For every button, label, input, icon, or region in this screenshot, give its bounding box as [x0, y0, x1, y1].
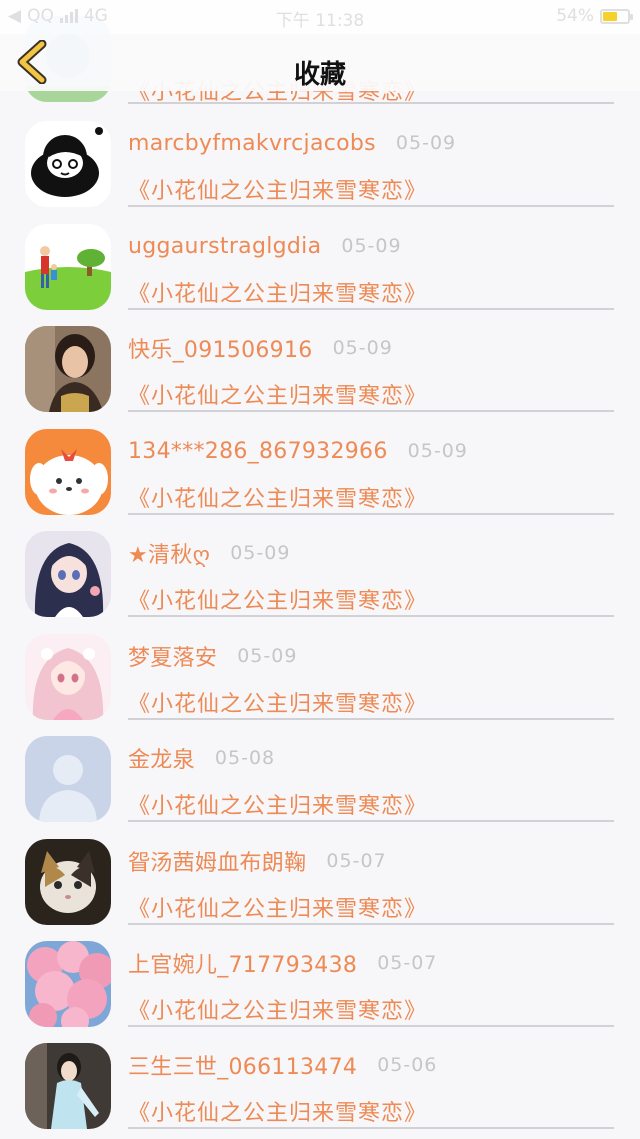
user-name[interactable]: 金龙泉 [128, 742, 195, 774]
park-avatar [25, 224, 111, 310]
list-item[interactable]: uggaurstraglgdia 05-09 《小花仙之公主归来雪寒恋》 [0, 224, 640, 327]
item-title[interactable]: 《小花仙之公主归来雪寒恋》 [128, 891, 427, 923]
list-item[interactable]: 梦夏落安 05-09 《小花仙之公主归来雪寒恋》 [0, 634, 640, 737]
puppy-avatar [25, 429, 111, 515]
list-item[interactable]: 眢汤茜姆血布朗鞠 05-07 《小花仙之公主归来雪寒恋》 [0, 839, 640, 942]
user-name[interactable]: 上官婉儿_717793438 [128, 947, 357, 979]
nav-bar: 收藏 [0, 34, 640, 91]
woman-photo-avatar [25, 326, 111, 412]
user-name[interactable]: uggaurstraglgdia [128, 234, 321, 259]
item-date: 05-07 [326, 850, 387, 872]
divider [128, 718, 614, 720]
battery-percent: 54% [556, 6, 594, 26]
item-date: 05-08 [214, 747, 276, 769]
item-title[interactable]: 《小花仙之公主归来雪寒恋》 [128, 788, 427, 820]
divider [128, 410, 614, 412]
list-item[interactable]: 金龙泉 05-08 《小花仙之公主归来雪寒恋》 [0, 736, 640, 839]
item-title[interactable]: 《小花仙之公主归来雪寒恋》 [128, 481, 427, 513]
list-item[interactable]: 134***286_867932966 05-09 《小花仙之公主归来雪寒恋》 [0, 429, 640, 532]
status-bar: ◀ QQ 4G 下午 11:38 54% [0, 0, 640, 34]
item-date: 05-09 [407, 440, 468, 462]
user-name[interactable]: 134***286_867932966 [128, 439, 388, 464]
list-item[interactable]: 三生三世_066113474 05-06 《小花仙之公主归来雪寒恋》 [0, 1043, 640, 1139]
item-title[interactable]: 《小花仙之公主归来雪寒恋》 [128, 276, 427, 308]
item-title[interactable]: 《小花仙之公主归来雪寒恋》 [128, 1095, 427, 1127]
item-date: 05-09 [332, 337, 393, 359]
cat-avatar [25, 839, 111, 925]
list-item[interactable]: marcbyfmakvrcjacobs 05-09 《小花仙之公主归来雪寒恋》 [0, 121, 640, 224]
divider [128, 820, 614, 822]
divider [128, 923, 614, 925]
status-time: 下午 11:38 [275, 11, 365, 31]
anime-girl-dark-avatar [25, 531, 111, 617]
item-title[interactable]: 《小花仙之公主归来雪寒恋》 [128, 686, 427, 718]
item-date: 05-09 [230, 542, 291, 564]
item-title[interactable]: 《小花仙之公主归来雪寒恋》 [128, 378, 427, 410]
favorites-screen: 《小花仙之公主归来雪寒恋》 marcbyfmakvrcjacobs 05-09 … [0, 0, 640, 1139]
costume-woman-avatar [25, 1043, 111, 1129]
item-date: 05-09 [237, 645, 298, 667]
divider [128, 205, 614, 207]
user-name[interactable]: marcbyfmakvrcjacobs [128, 131, 376, 156]
divider [128, 308, 614, 310]
user-name[interactable]: 快乐_091506916 [128, 332, 313, 364]
item-date: 05-06 [377, 1054, 438, 1076]
user-name[interactable]: 眢汤茜姆血布朗鞠 [128, 845, 306, 877]
divider [128, 1127, 614, 1129]
cartoon-girl-avatar [25, 121, 111, 207]
user-name[interactable]: 三生三世_066113474 [128, 1049, 357, 1081]
list-item[interactable]: 快乐_091506916 05-09 《小花仙之公主归来雪寒恋》 [0, 326, 640, 429]
item-title[interactable]: 《小花仙之公主归来雪寒恋》 [128, 173, 427, 205]
battery-icon [600, 8, 633, 24]
page-title: 收藏 [293, 60, 346, 90]
item-date: 05-09 [395, 132, 457, 154]
item-title[interactable]: 《小花仙之公主归来雪寒恋》 [128, 583, 427, 615]
list-item[interactable]: ★清秋ღ 05-09 《小花仙之公主归来雪寒恋》 [0, 531, 640, 634]
blossom-avatar [25, 941, 111, 1027]
divider [128, 513, 614, 515]
divider [128, 1025, 614, 1027]
user-name[interactable]: ★清秋ღ [128, 537, 210, 569]
item-date: 05-09 [341, 235, 402, 257]
item-date: 05-07 [377, 952, 438, 974]
divider [128, 615, 614, 617]
default-person-avatar [25, 736, 111, 822]
item-title[interactable]: 《小花仙之公主归来雪寒恋》 [128, 993, 427, 1025]
anime-girl-pink-avatar [25, 634, 111, 720]
user-name[interactable]: 梦夏落安 [128, 640, 217, 672]
list-item[interactable]: 上官婉儿_717793438 05-07 《小花仙之公主归来雪寒恋》 [0, 941, 640, 1044]
divider [128, 102, 614, 104]
